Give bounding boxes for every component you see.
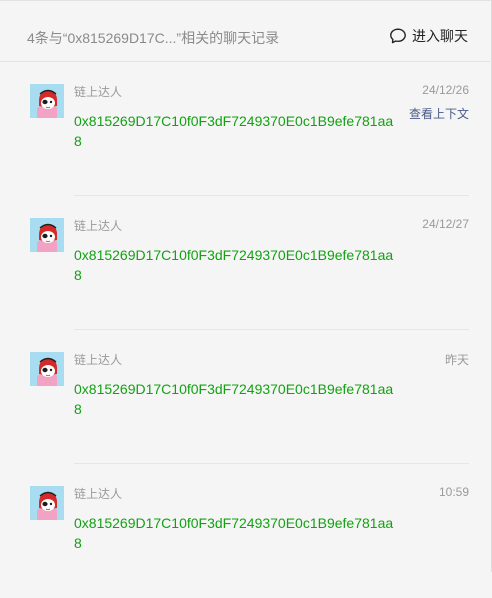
chat-bubble-icon	[389, 27, 407, 45]
chat-record[interactable]: 链上达人 昨天 0x815269D17C10f0F3dF7249370E0c1B…	[0, 330, 492, 464]
message-time: 24/12/27	[422, 217, 469, 231]
message-text[interactable]: 0x815269D17C10f0F3dF7249370E0c1B9efe781a…	[74, 111, 394, 151]
enter-chat-button[interactable]: 进入聊天	[389, 26, 468, 46]
message-text[interactable]: 0x815269D17C10f0F3dF7249370E0c1B9efe781a…	[74, 245, 394, 285]
sender-name: 链上达人	[74, 219, 123, 233]
avatar[interactable]	[30, 486, 64, 520]
chat-record[interactable]: 链上达人 24/12/27 0x815269D17C10f0F3dF724937…	[0, 196, 492, 330]
avatar[interactable]	[30, 218, 64, 252]
view-context-link[interactable]: 查看上下文	[409, 105, 469, 122]
sender-name: 链上达人	[74, 487, 123, 501]
results-title: 4条与“0x815269D17C...”相关的聊天记录	[27, 30, 280, 46]
message-text[interactable]: 0x815269D17C10f0F3dF7249370E0c1B9efe781a…	[74, 513, 394, 553]
sender-name: 链上达人	[74, 85, 123, 99]
sender-name: 链上达人	[74, 353, 123, 367]
avatar[interactable]	[30, 84, 64, 118]
message-time: 昨天	[444, 353, 469, 367]
search-results-header: 4条与“0x815269D17C...”相关的聊天记录 进入聊天	[0, 0, 492, 62]
enter-chat-label: 进入聊天	[412, 28, 468, 44]
avatar[interactable]	[30, 352, 64, 386]
message-time: 10:59	[438, 485, 469, 499]
message-text[interactable]: 0x815269D17C10f0F3dF7249370E0c1B9efe781a…	[74, 379, 394, 419]
chat-record[interactable]: 链上达人 24/12/26 查看上下文 0x815269D17C10f0F3dF…	[0, 62, 492, 196]
chat-record[interactable]: 链上达人 10:59 0x815269D17C10f0F3dF7249370E0…	[0, 464, 492, 598]
message-time: 24/12/26	[422, 83, 469, 97]
